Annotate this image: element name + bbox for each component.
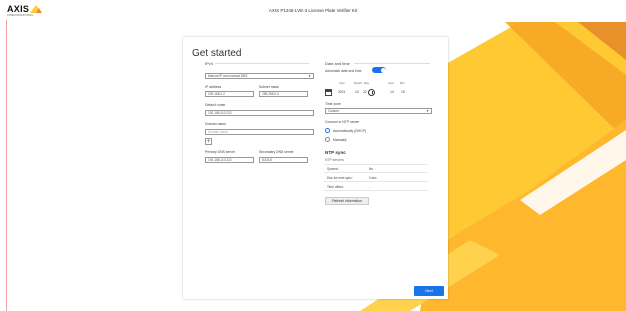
default-router-label: Default router <box>205 103 226 107</box>
hour-label: Hour <box>388 81 395 85</box>
table-row: Time offset: - <box>324 183 428 191</box>
row-value: - <box>369 185 371 189</box>
hour-value[interactable]: 14 <box>390 90 394 94</box>
ipv4-divider <box>215 63 309 64</box>
primary-dns-field[interactable]: 192.168.110.222 <box>205 157 254 163</box>
radio-manual[interactable] <box>325 137 330 142</box>
day-value[interactable]: 22 <box>363 90 367 94</box>
calendar-icon[interactable] <box>325 89 332 96</box>
app-title: AXIS P1245-LVE-3 License Plate Verifier … <box>268 8 358 13</box>
domain-name-label: Domain name <box>205 122 227 126</box>
row-key: Due for next sync: <box>327 176 353 180</box>
row-value: No <box>369 167 374 171</box>
primary-dns-label: Primary DNS server <box>205 150 236 154</box>
table-row: Due for next sync: 0 sec <box>324 174 428 182</box>
row-key: Time offset: <box>327 185 344 189</box>
plus-icon: + <box>206 139 211 145</box>
next-button[interactable]: Next <box>414 286 444 296</box>
table-row: Synced: No <box>324 165 428 173</box>
add-domain-button[interactable]: + <box>205 138 212 145</box>
auto-datetime-toggle[interactable] <box>372 67 386 73</box>
chevron-down-icon: ▼ <box>308 74 311 78</box>
left-divider <box>6 20 7 311</box>
day-label: Day <box>364 81 369 85</box>
logo-subtitle: COMMUNICATIONS <box>7 14 33 17</box>
radio-automatic[interactable] <box>325 128 330 133</box>
month-label: Month <box>354 81 362 85</box>
ip-address-field[interactable]: 192.168.2.2 <box>205 91 254 97</box>
default-router-field[interactable]: 192.168.110.222 <box>205 110 314 116</box>
ipv4-heading: IPv4 <box>205 61 214 66</box>
ip-mode-value: Manual IP and manual DNS <box>208 74 248 78</box>
radio-manual-label: Manually <box>333 138 347 142</box>
refresh-information-button[interactable]: Refresh information <box>325 197 369 205</box>
top-bar: AXIS COMMUNICATIONS AXIS P1245-LVE-3 Lic… <box>0 0 626 20</box>
row-key: Synced: <box>327 167 339 171</box>
min-value[interactable]: 15 <box>401 90 405 94</box>
auto-datetime-label: Automatic date and time <box>325 69 362 73</box>
year-label: Year <box>339 81 345 85</box>
ip-mode-select[interactable]: Manual IP and manual DNS ▼ <box>205 73 314 79</box>
datetime-divider <box>354 63 430 64</box>
secondary-dns-field[interactable]: 8.8.8.8 <box>259 157 308 163</box>
radio-automatic-label: Automatically (DHCP) <box>333 129 366 133</box>
ntp-sync-heading: NTP sync <box>325 150 346 155</box>
month-value[interactable]: 10 <box>355 90 359 94</box>
chevron-down-icon: ▼ <box>426 109 429 113</box>
year-value[interactable]: 2021 <box>338 90 346 94</box>
timezone-label: Time zone <box>325 102 341 106</box>
datetime-heading: Date and time <box>325 61 350 66</box>
page-title: Get started <box>192 48 242 59</box>
ntp-connect-label: Connect to NTP server <box>325 120 360 124</box>
timezone-select[interactable]: Custom ▼ <box>325 108 432 114</box>
ip-address-label: IP address <box>205 85 222 89</box>
clock-icon[interactable] <box>368 89 375 96</box>
subnet-mask-field[interactable]: 255.255.0.0 <box>259 91 308 97</box>
row-value: 0 sec <box>369 176 377 180</box>
domain-name-field[interactable]: Domain name <box>205 129 314 135</box>
min-label: Min <box>400 81 405 85</box>
subnet-mask-label: Subnet mask <box>259 85 279 89</box>
timezone-value: Custom <box>328 109 339 113</box>
secondary-dns-label: Secondary DNS server <box>259 150 294 154</box>
ntp-servers-label: NTP servers <box>325 158 344 162</box>
